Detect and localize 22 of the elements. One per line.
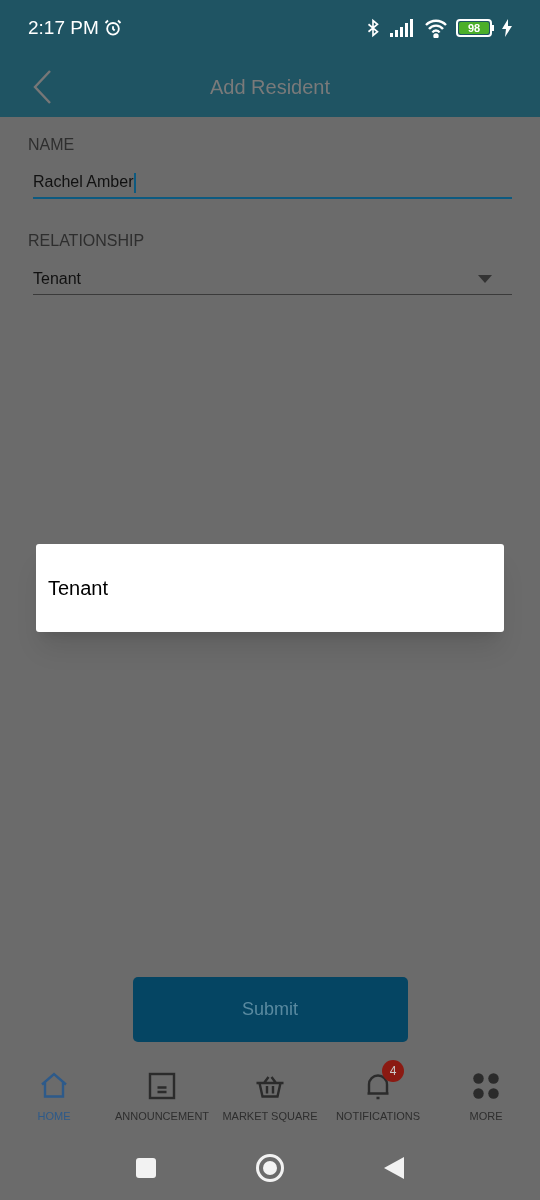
nav-tab[interactable]: 4 NOTIFICATIONS — [328, 1059, 428, 1125]
signal-icon — [390, 19, 416, 37]
field-label: NAME — [28, 135, 76, 155]
dropdown-option[interactable]: Tenant — [36, 546, 504, 630]
battery-level: 98 — [459, 22, 489, 34]
relationship-dropdown[interactable]: Tenant — [33, 263, 512, 295]
nav-tab[interactable]: MARKET SQUARE — [220, 1059, 320, 1125]
nav-tab[interactable]: MORE — [436, 1059, 536, 1125]
caret-icon — [478, 274, 492, 283]
alarm-icon — [102, 18, 123, 38]
charging-icon — [502, 19, 512, 37]
nav-tab[interactable]: ANNOUNCEMENT — [112, 1059, 212, 1125]
field-label: RELATIONSHIP — [28, 231, 146, 251]
submit-button[interactable]: Submit — [132, 977, 408, 1042]
screen-title: Add Resident — [209, 74, 331, 100]
back-button[interactable] — [384, 1157, 404, 1179]
home-button[interactable] — [256, 1154, 284, 1182]
status-time: 2:17 PM — [28, 15, 99, 40]
notification-badge: 4 — [382, 1059, 404, 1082]
name-field[interactable]: Rachel Amber — [33, 167, 512, 199]
wifi-icon — [424, 18, 448, 38]
back-icon — [32, 68, 52, 105]
